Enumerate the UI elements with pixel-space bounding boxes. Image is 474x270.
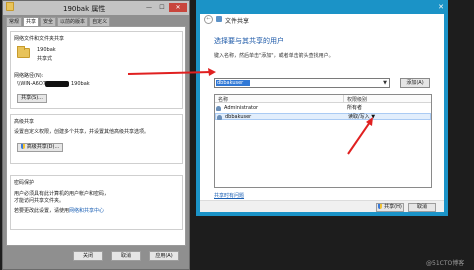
- dialog-footer: 共享(H) 取消: [200, 200, 444, 212]
- sharing-tab-panel: 网络文件和文件夹共享 190bak 共享式 网络路径(N): \\WIN-A6O…: [6, 26, 186, 246]
- properties-titlebar: 190bak 属性 — ☐ ✕: [3, 1, 189, 15]
- watermark: @51CTO博客: [426, 260, 465, 267]
- user-name-value[interactable]: dbbakuser: [216, 80, 250, 86]
- apply-button[interactable]: 应用(A): [149, 251, 179, 261]
- user-name: dbbakuser: [225, 114, 252, 120]
- network-sharing-center-link[interactable]: 网络和共享中心: [69, 208, 104, 214]
- window-title: 190bak 属性: [63, 5, 106, 13]
- share-button[interactable]: 共享(S)...: [17, 94, 47, 103]
- close-dialog-button[interactable]: 关闭: [73, 251, 103, 261]
- close-button[interactable]: ✕: [169, 3, 187, 12]
- advanced-sharing-button[interactable]: 高级共享(D)...: [17, 143, 63, 152]
- dialog-description: 键入名称，然后单击"添加"，或者单击箭头查找用户。: [214, 53, 334, 59]
- shield-icon: [378, 204, 383, 209]
- permission-level: 所有者: [347, 105, 363, 111]
- table-header: 名称 权限级别: [215, 95, 431, 103]
- table-row[interactable]: dbbakuser 读取/写入 ▼: [215, 113, 431, 120]
- dialog-close-button[interactable]: ✕: [438, 3, 444, 11]
- folder-name: 190bak: [37, 47, 56, 53]
- user-icon: [216, 106, 221, 111]
- sharing-trouble-link[interactable]: 共享时有问题: [214, 192, 244, 199]
- column-header-name[interactable]: 名称: [218, 96, 228, 103]
- dialog-heading: 选择要与其共享的用户: [214, 37, 284, 45]
- maximize-button[interactable]: ☐: [156, 3, 168, 12]
- properties-window: 190bak 属性 — ☐ ✕ 常规 共享 安全 以前的版本 自定义 网络文件和…: [2, 0, 190, 270]
- advanced-sharing-label: 高级共享(D)...: [26, 144, 60, 150]
- password-text-3-prefix: 若要更改此设置，请使用: [14, 208, 70, 214]
- table-row[interactable]: Administrator 所有者: [215, 105, 431, 112]
- group-title: 网络文件和文件夹共享: [14, 36, 65, 42]
- folder-icon: [6, 2, 14, 11]
- advanced-description: 设置自定义权限，创建多个共享，并设置其他高级共享选项。: [14, 129, 150, 135]
- password-text-2: 才能访问共享文件夹。: [14, 198, 65, 204]
- column-divider: [343, 95, 344, 103]
- network-sharing-group: 网络文件和文件夹共享 190bak 共享式 网络路径(N): \\WIN-A6O…: [10, 31, 183, 109]
- permission-dropdown[interactable]: 读取/写入 ▼: [348, 114, 375, 121]
- group-title: 高级共享: [14, 119, 35, 125]
- share-confirm-label: 共享(H): [384, 204, 402, 210]
- group-title: 密码保护: [14, 180, 35, 186]
- password-protection-group: 密码保护 用户必须具有此计算机的用户帐户和密码， 才能访问共享文件夹。 若要更改…: [10, 175, 183, 230]
- password-text-1: 用户必须具有此计算机的用户帐户和密码，: [14, 191, 110, 197]
- dropdown-arrow-icon[interactable]: ▼: [383, 80, 387, 86]
- user-permission-table: 名称 权限级别 Administrator 所有者 dbbakuser 读取/写…: [214, 94, 432, 188]
- redacted-block: [45, 81, 69, 87]
- advanced-sharing-group: 高级共享 设置自定义权限，创建多个共享，并设置其他高级共享选项。 高级共享(D)…: [10, 114, 183, 164]
- user-name-combobox[interactable]: dbbakuser ▼: [214, 78, 390, 88]
- dialog-buttons: 关闭 取消 应用(A): [3, 249, 189, 269]
- network-path-suffix: 190bak: [71, 81, 90, 87]
- dialog-cancel-button[interactable]: 取消: [408, 203, 436, 212]
- folder-status: 共享式: [37, 56, 53, 62]
- minimize-button[interactable]: —: [143, 3, 155, 12]
- network-path-prefix: \\WIN-A6O7: [17, 81, 46, 87]
- shared-folder-icon: [17, 46, 30, 58]
- dialog-title: 文件共享: [225, 18, 250, 25]
- user-icon: [217, 115, 222, 120]
- back-arrow-icon[interactable]: ←: [204, 15, 213, 24]
- file-sharing-dialog: ✕ ← 文件共享 选择要与其共享的用户 键入名称，然后单击"添加"，或者单击箭头…: [196, 0, 448, 216]
- add-button[interactable]: 添加(A): [400, 78, 430, 88]
- user-name: Administrator: [224, 105, 259, 111]
- file-sharing-icon: [216, 16, 222, 22]
- shield-icon: [20, 144, 25, 149]
- password-text-3: 若要更改此设置，请使用网络和共享中心: [14, 207, 104, 214]
- column-header-permission[interactable]: 权限级别: [347, 96, 367, 103]
- share-confirm-button[interactable]: 共享(H): [376, 203, 404, 212]
- file-sharing-content: ← 文件共享 选择要与其共享的用户 键入名称，然后单击"添加"，或者单击箭头查找…: [200, 14, 444, 212]
- network-path-label: 网络路径(N):: [14, 73, 44, 79]
- cancel-button[interactable]: 取消: [111, 251, 141, 261]
